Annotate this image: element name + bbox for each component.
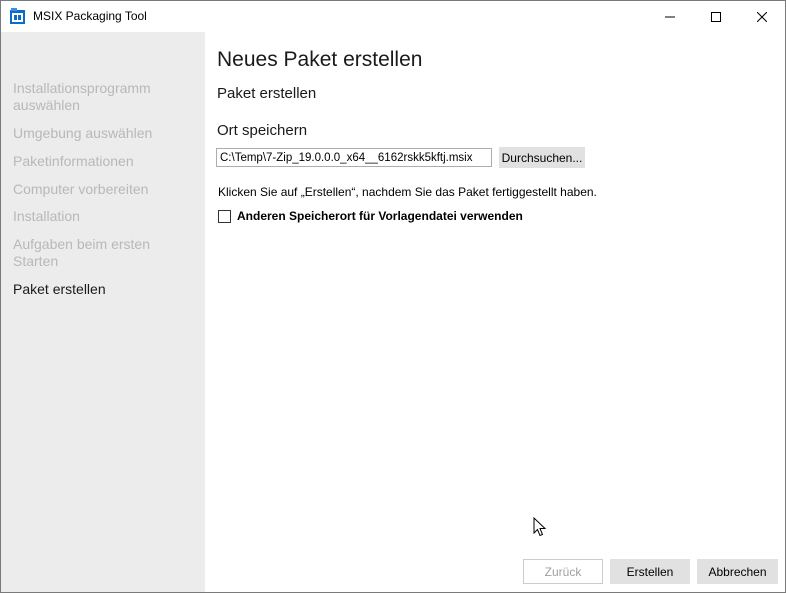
- create-info-text: Klicken Sie auf „Erstellen“, nachdem Sie…: [218, 185, 597, 199]
- alternate-template-location-option[interactable]: Anderen Speicherort für Vorlagendatei ve…: [218, 209, 523, 223]
- msix-app-icon: [9, 8, 26, 25]
- minimize-icon: [665, 16, 675, 17]
- sidebar-item-prepare-computer: Computer vorbereiten: [13, 181, 149, 197]
- save-path-input[interactable]: [216, 148, 492, 167]
- save-location-heading: Ort speichern: [217, 122, 308, 139]
- sidebar-item-first-launch-tasks: Aufgaben beim ersten Starten: [13, 236, 150, 269]
- page-title: Neues Paket erstellen: [217, 48, 423, 71]
- close-button[interactable]: [739, 1, 785, 32]
- sidebar-item-create-package: Paket erstellen: [13, 281, 106, 297]
- maximize-button[interactable]: [693, 1, 739, 32]
- mouse-cursor-icon: [533, 517, 547, 537]
- sidebar-item-installation: Installation: [13, 208, 80, 224]
- sidebar-item-package-info: Paketinformationen: [13, 153, 134, 169]
- wizard-sidebar: Installationsprogramm auswählen Umgebung…: [1, 32, 205, 592]
- create-button[interactable]: Erstellen: [610, 559, 690, 584]
- section-title: Paket erstellen: [217, 85, 317, 102]
- sidebar-item-installer: Installationsprogramm auswählen: [13, 80, 151, 113]
- cancel-button[interactable]: Abbrechen: [697, 559, 778, 584]
- alternate-template-location-checkbox[interactable]: [218, 209, 231, 223]
- browse-button[interactable]: Durchsuchen...: [499, 147, 585, 168]
- title-bar[interactable]: MSIX Packaging Tool: [1, 1, 785, 32]
- minimize-button[interactable]: [647, 1, 693, 32]
- checkbox-label: Anderen Speicherort für Vorlagendatei ve…: [237, 209, 523, 223]
- close-icon: [757, 11, 767, 22]
- maximize-icon: [711, 11, 721, 22]
- app-window: MSIX Packaging Tool Installationsprogram…: [0, 0, 786, 593]
- back-button[interactable]: Zurück: [523, 559, 603, 584]
- window-title: MSIX Packaging Tool: [33, 9, 147, 23]
- sidebar-item-environment: Umgebung auswählen: [13, 125, 153, 141]
